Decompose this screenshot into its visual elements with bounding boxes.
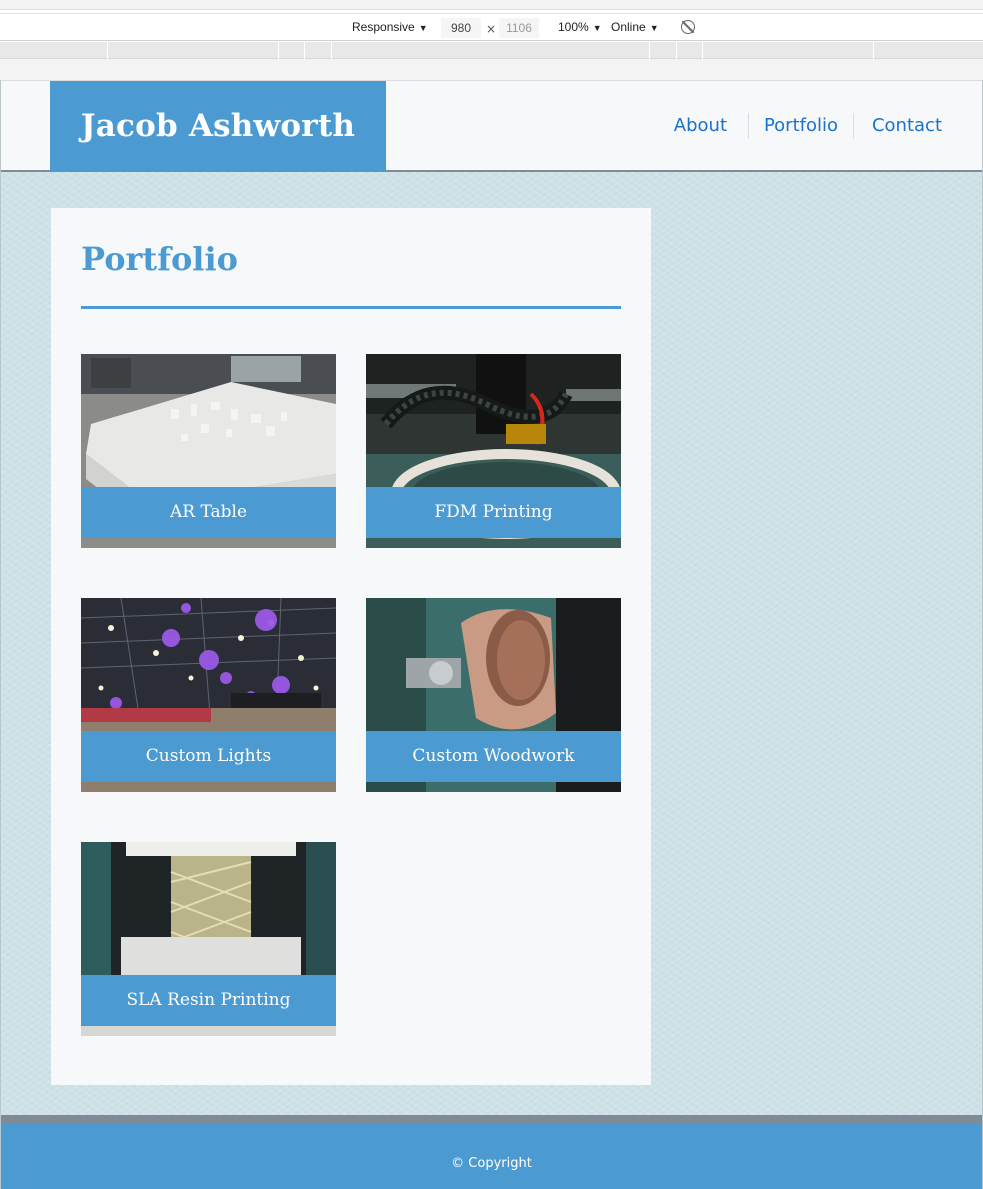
nav-portfolio-link[interactable]: Portfolio — [764, 111, 838, 141]
device-toolbar: Responsive ▼ 980 × 1106 100% ▼ Online ▼ — [0, 13, 983, 41]
width-input[interactable]: 980 — [441, 18, 481, 38]
rotate-icon[interactable] — [681, 20, 695, 34]
portfolio-item-label: Custom Lights — [81, 731, 336, 782]
portfolio-item-custom-lights[interactable]: Custom Lights — [81, 598, 336, 792]
nav-about-link[interactable]: About — [674, 111, 727, 141]
zoom-label: 100% — [558, 20, 589, 34]
page-title: Portfolio — [81, 240, 238, 278]
dimension-separator: × — [486, 22, 497, 36]
portfolio-item-label: SLA Resin Printing — [81, 975, 336, 1026]
title-divider — [81, 306, 621, 309]
footer-divider — [1, 1115, 982, 1123]
network-label: Online — [611, 20, 646, 34]
chevron-down-icon: ▼ — [592, 23, 602, 33]
site-header: Jacob Ashworth About Portfolio Contact — [1, 80, 982, 172]
nav-contact-link[interactable]: Contact — [872, 111, 942, 141]
network-throttle-select[interactable]: Online ▼ — [611, 20, 659, 34]
devtools-topstrip — [0, 0, 983, 10]
portfolio-item-ar-table[interactable]: AR Table — [81, 354, 336, 548]
portfolio-item-label: AR Table — [81, 487, 336, 538]
chevron-down-icon: ▼ — [649, 23, 659, 33]
portfolio-item-custom-woodwork[interactable]: Custom Woodwork — [366, 598, 621, 792]
zoom-select[interactable]: 100% ▼ — [558, 20, 602, 34]
device-label: Responsive — [352, 20, 415, 34]
site-brand[interactable]: Jacob Ashworth — [50, 81, 386, 171]
chevron-down-icon: ▼ — [418, 23, 428, 33]
viewport-gutter — [0, 59, 983, 80]
page-viewport: Jacob Ashworth About Portfolio Contact P… — [0, 80, 983, 1189]
copyright-text: © Copyright — [451, 1156, 532, 1171]
device-select[interactable]: Responsive ▼ — [352, 20, 428, 34]
site-footer: © Copyright — [1, 1123, 982, 1189]
portfolio-card: Portfolio AR Table FDM Printing Custom L… — [51, 208, 651, 1085]
portfolio-item-fdm-printing[interactable]: FDM Printing — [366, 354, 621, 548]
portfolio-item-sla-resin-printing[interactable]: SLA Resin Printing — [81, 842, 336, 1036]
height-input[interactable]: 1106 — [499, 18, 539, 38]
nav-divider — [853, 113, 854, 139]
portfolio-item-label: Custom Woodwork — [366, 731, 621, 782]
portfolio-item-label: FDM Printing — [366, 487, 621, 538]
nav-divider — [748, 113, 749, 139]
media-query-ruler[interactable] — [0, 42, 983, 59]
